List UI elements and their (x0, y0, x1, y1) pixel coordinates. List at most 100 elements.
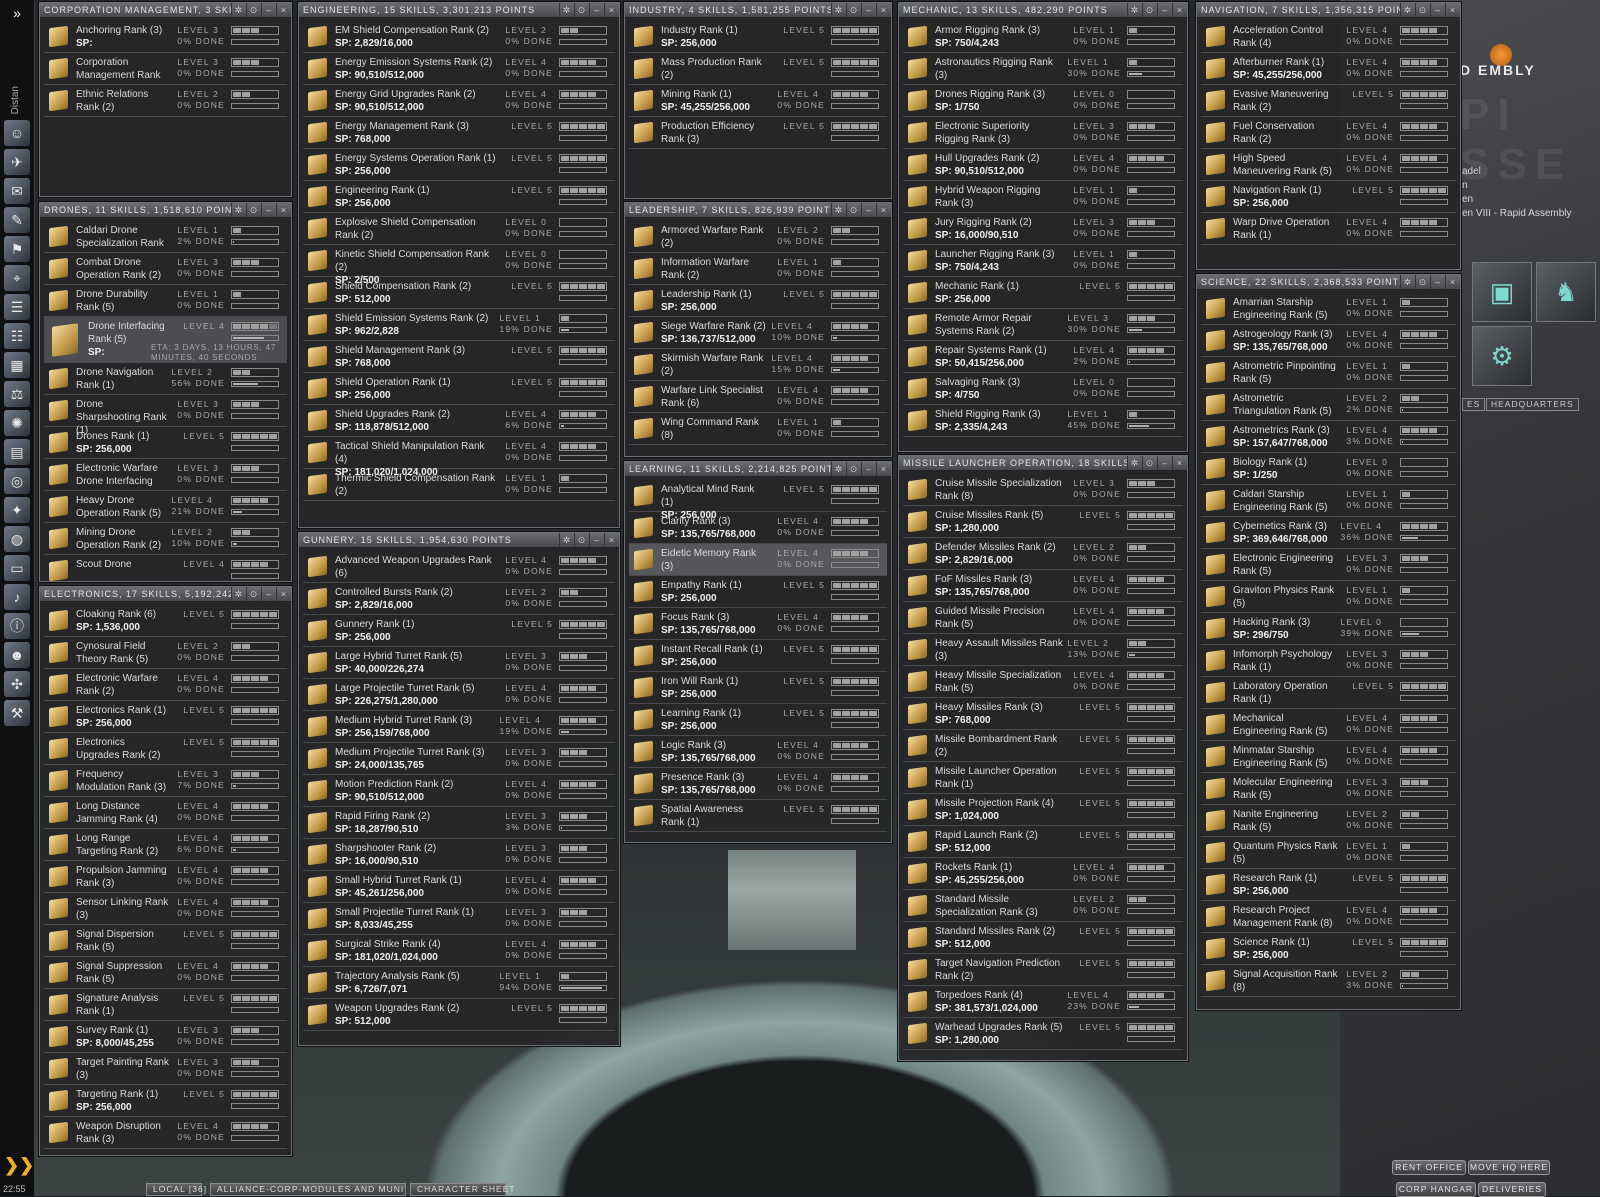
map-icon[interactable]: ⌖ (4, 265, 30, 292)
skill-row[interactable]: Biology Rank (1) SP: 1/250 LEVEL 0 0% DONE (1201, 453, 1456, 485)
pin-icon[interactable]: ✲ (231, 203, 246, 217)
window-header[interactable]: CORPORATION MANAGEMENT, 3 SKILLS, 1✲⊙–× (40, 3, 291, 18)
skill-row[interactable]: Signal Acquisition Rank (8) LEVEL 2 3% DON… (1201, 965, 1456, 997)
skill-row[interactable]: Electronic Warfare Rank (2) LEVEL 4 0% DON… (44, 669, 287, 701)
close-button[interactable]: × (604, 3, 619, 17)
window-header[interactable]: DRONES, 11 SKILLS, 1,518,610 POINTS ✲ ⊙ – × (40, 203, 291, 218)
skill-row[interactable]: Motion Prediction Rank (2) SP: 90,510/512… (303, 775, 615, 807)
skill-row[interactable]: Afterburner Rank (1) SP: 45,255/256,000 LE… (1201, 53, 1456, 85)
skill-row[interactable]: Eidetic Memory Rank (3) LEVEL 4 0% DONE (629, 544, 887, 576)
skill-row[interactable]: Mining Drone Operation Rank (2) LEVEL 2 10… (44, 523, 287, 555)
options-icon[interactable]: ⊙ (574, 3, 589, 17)
pin-icon[interactable]: ✲ (231, 587, 246, 601)
minimize-button[interactable]: – (261, 3, 276, 17)
close-button[interactable]: × (876, 462, 891, 476)
skill-row[interactable]: Anchoring Rank (3) SP: LEVEL 3 0% DONE (44, 21, 287, 53)
skill-row[interactable]: Energy Systems Operation Rank (1) SP: 256… (303, 149, 615, 181)
skill-row[interactable]: Skirmish Warfare Rank (2) LEVEL 4 15% DONE (629, 349, 887, 381)
notepad-icon[interactable]: ✎ (4, 207, 30, 234)
skill-row[interactable]: Hacking Rank (3) SP: 296/750 LEVEL 0 39% DO… (1201, 613, 1456, 645)
skill-row[interactable]: Warp Drive Operation Rank (1) LEVEL 4 0% D… (1201, 213, 1456, 245)
skill-row[interactable]: Medium Projectile Turret Rank (3) SP: 24,… (303, 743, 615, 775)
skill-row[interactable]: Shield Upgrades Rank (2) SP: 118,878/512,… (303, 405, 615, 437)
skill-row[interactable]: Survey Rank (1) SP: 8,000/45,255 LEVEL 3 0%… (44, 1021, 287, 1053)
skill-row[interactable]: Drone Navigation Rank (1) LEVEL 2 56% DONE (44, 363, 287, 395)
skill-row[interactable]: Large Projectile Turret Rank (5) SP: 226,… (303, 679, 615, 711)
autopilot-chevron-icon[interactable]: ❯❯ (4, 1155, 34, 1176)
window-header[interactable]: NAVIGATION, 7 SKILLS, 1,356,315 POINTS ✲ ⊙… (1197, 3, 1460, 18)
skill-row[interactable]: Energy Emission Systems Rank (2) SP: 90,5… (303, 53, 615, 85)
skill-row[interactable]: Iron Will Rank (1) SP: 256,000 LEVEL 5 (629, 672, 887, 704)
skill-row[interactable]: Evasive Maneuvering Rank (2) LEVEL 5 (1201, 85, 1456, 117)
skill-row[interactable]: Missile Bombardment Rank (2) LEVEL 5 (903, 730, 1183, 762)
skill-row[interactable]: Astrogeology Rank (3) SP: 135,765/768,000… (1201, 325, 1456, 357)
skill-row[interactable]: Electronic Warfare Drone Interfacing LEVE… (44, 459, 287, 491)
skill-row[interactable]: Heavy Assault Missiles Rank (3) LEVEL 2 13… (903, 634, 1183, 666)
close-button[interactable]: × (1445, 3, 1460, 17)
skill-row[interactable]: Jury Rigging Rank (2) SP: 16,000/90,510 LE… (903, 213, 1183, 245)
close-button[interactable]: × (276, 587, 291, 601)
skill-row[interactable]: Controlled Bursts Rank (2) SP: 2,829/16,0… (303, 583, 615, 615)
help-icon[interactable]: ◎ (4, 468, 30, 495)
skill-row[interactable]: High Speed Maneuvering Rank (5) LEVEL 4 0%… (1201, 149, 1456, 181)
ship-icon[interactable]: ✈ (4, 149, 30, 176)
skill-row[interactable]: Gunnery Rank (1) SP: 256,000 LEVEL 5 (303, 615, 615, 647)
taskbar-character-sheet[interactable]: CHARACTER SHEET (410, 1183, 515, 1196)
portrait-icon[interactable]: ☻ (4, 642, 30, 669)
skill-row[interactable]: Long Range Targeting Rank (2) LEVEL 4 6% D… (44, 829, 287, 861)
taskbar-alliance-corp-chat[interactable]: ALLIANCE-CORP-MODULES AND MUNITI... (210, 1183, 406, 1196)
skill-row[interactable]: Caldari Drone Specialization Rank LEVEL 1… (44, 221, 287, 253)
skill-row[interactable]: Propulsion Jamming Rank (3) LEVEL 4 0% DON… (44, 861, 287, 893)
skill-row[interactable]: Molecular Engineering Rank (5) LEVEL 3 0% … (1201, 773, 1456, 805)
skill-row[interactable]: Advanced Weapon Upgrades Rank (6) LEVEL 4… (303, 551, 615, 583)
skill-row[interactable]: Target Navigation Prediction Rank (2) LEV… (903, 954, 1183, 986)
skill-row[interactable]: Shield Compensation Rank (2) SP: 512,000 L… (303, 277, 615, 309)
options-icon[interactable]: ⊙ (846, 203, 861, 217)
science-icon[interactable]: ✺ (4, 410, 30, 437)
skill-row[interactable]: Electronics Rank (1) SP: 256,000 LEVEL 5 (44, 701, 287, 733)
deliveries-button[interactable]: DELIVERIES (1478, 1182, 1546, 1197)
skill-row[interactable]: Shield Rigging Rank (3) SP: 2,335/4,243 LE… (903, 405, 1183, 437)
skill-row[interactable]: Warfare Link Specialist Rank (6) LEVEL 40… (629, 381, 887, 413)
window-header[interactable]: ELECTRONICS, 17 SKILLS, 5,192,242 PO✲⊙–× (40, 587, 291, 602)
skill-row[interactable]: Frequency Modulation Rank (3) LEVEL 3 7% D… (44, 765, 287, 797)
window-header[interactable]: SCIENCE, 22 SKILLS, 2,368,533 POINTS ✲ ⊙ – × (1197, 275, 1460, 290)
window-header[interactable]: LEADERSHIP, 7 SKILLS, 826,939 POINTS ✲ ⊙ – × (625, 203, 891, 218)
mail-icon[interactable]: ✉ (4, 178, 30, 205)
pin-icon[interactable]: ✲ (831, 203, 846, 217)
move-hq-here-button[interactable]: MOVE HQ HERE (1468, 1160, 1550, 1175)
skill-row[interactable]: Sensor Linking Rank (3) LEVEL 4 0% DONE (44, 893, 287, 925)
skill-row[interactable]: Launcher Rigging Rank (3) SP: 750/4,243 LE… (903, 245, 1183, 277)
taskbar-local-chat[interactable]: LOCAL [36] (146, 1183, 206, 1196)
pin-icon[interactable]: ✲ (231, 3, 246, 17)
skill-row[interactable]: Drones Rigging Rank (3) SP: 1/750 LEVEL 00… (903, 85, 1183, 117)
repackage-service-icon[interactable]: ▣ (1472, 262, 1532, 322)
skill-row[interactable]: Wing Command Rank (8) LEVEL 1 0% DONE (629, 413, 887, 445)
skill-row[interactable]: Drone Interfacing Rank (5) SP: LEVEL 4 ETA… (44, 317, 287, 363)
skill-row[interactable]: Mining Rank (1) SP: 45,255/256,000 LEVEL 4… (629, 85, 887, 117)
skill-row[interactable]: Weapon Upgrades Rank (2) SP: 512,000 LEVEL… (303, 999, 615, 1031)
skill-row[interactable]: Signal Suppression Rank (5) LEVEL 4 0% DON… (44, 957, 287, 989)
skill-row[interactable]: Electronic Superiority Rigging Rank (3) L… (903, 117, 1183, 149)
skill-row[interactable]: Medium Hybrid Turret Rank (3) SP: 256,159… (303, 711, 615, 743)
options-icon[interactable]: ⊙ (846, 3, 861, 17)
skill-row[interactable]: Defender Missiles Rank (2) SP: 2,829/16,0… (903, 538, 1183, 570)
info-icon[interactable]: ⓘ (4, 613, 30, 640)
skill-row[interactable]: Targeting Rank (1) SP: 256,000 LEVEL 5 (44, 1085, 287, 1117)
skill-row[interactable]: Focus Rank (3) SP: 135,765/768,000 LEVEL 4… (629, 608, 887, 640)
skill-row[interactable]: Long Distance Jamming Rank (4) LEVEL 4 0% … (44, 797, 287, 829)
skill-row[interactable]: Astrometrics Rank (3) SP: 157,647/768,000… (1201, 421, 1456, 453)
skill-row[interactable]: Sharpshooter Rank (2) SP: 16,000/90,510 LE… (303, 839, 615, 871)
window-header[interactable]: LEARNING, 11 SKILLS, 2,214,825 POINTS ✲ ⊙ –… (625, 462, 891, 477)
skill-row[interactable]: Scout Drone LEVEL 4 (44, 555, 287, 581)
skill-row[interactable]: Mass Production Rank (2) LEVEL 5 (629, 53, 887, 85)
skill-row[interactable]: Clarity Rank (3) SP: 135,765/768,000 LEVEL… (629, 512, 887, 544)
skill-row[interactable]: Armor Rigging Rank (3) SP: 750/4,243 LEVEL… (903, 21, 1183, 53)
skill-row[interactable]: Remote Armor Repair Systems Rank (2) LEVE… (903, 309, 1183, 341)
skill-row[interactable]: Missile Projection Rank (4) SP: 1,024,000… (903, 794, 1183, 826)
skill-row[interactable]: Research Project Management Rank (8) LEVE… (1201, 901, 1456, 933)
skill-row[interactable]: Explosive Shield Compensation Rank (2) LE… (303, 213, 615, 245)
minimize-button[interactable]: – (1157, 456, 1172, 470)
skill-row[interactable]: Heavy Missile Specialization Rank (5) LEV… (903, 666, 1183, 698)
skill-row[interactable]: Information Warfare Rank (2) LEVEL 1 0% DO… (629, 253, 887, 285)
